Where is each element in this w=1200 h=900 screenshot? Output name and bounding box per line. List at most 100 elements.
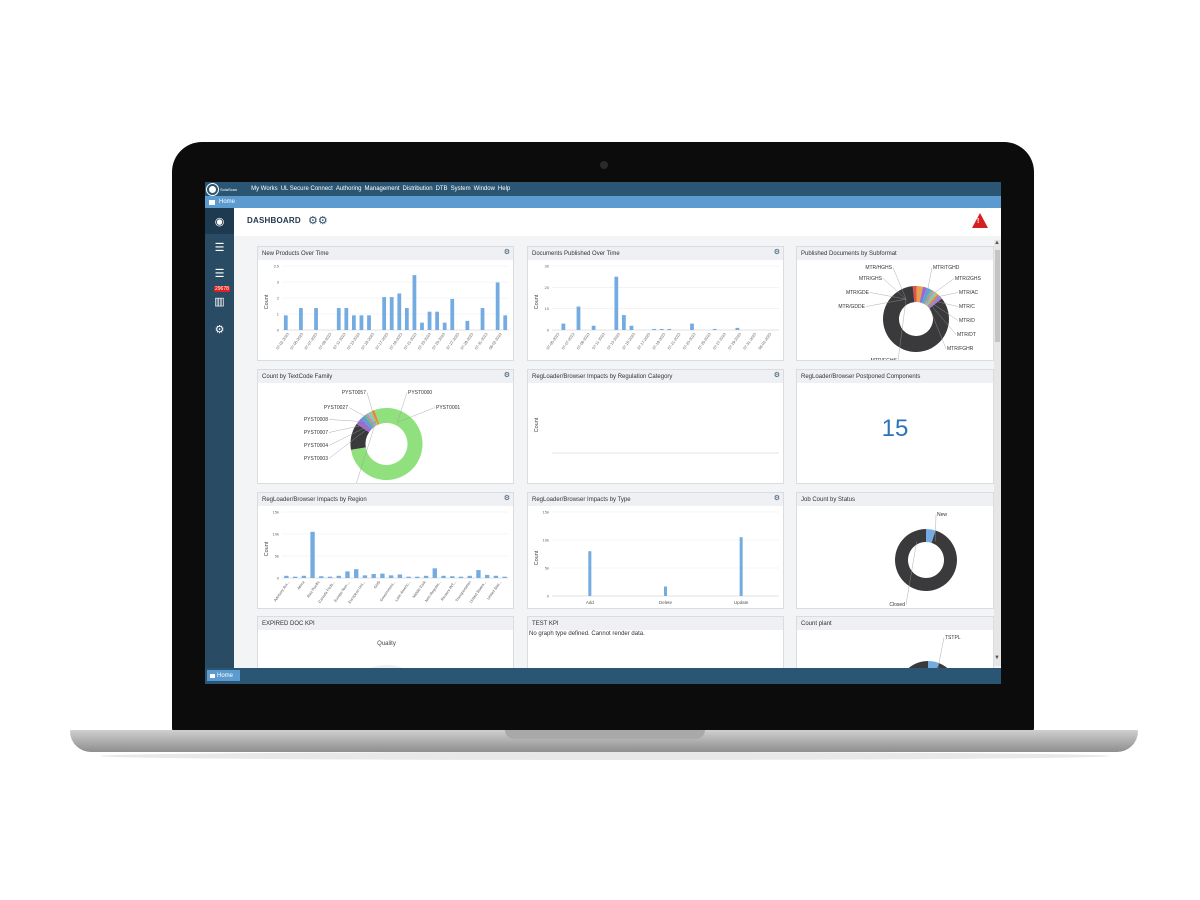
bar[interactable]: [380, 573, 385, 578]
x-tick-label: 07-17-2023: [637, 332, 651, 350]
bar[interactable]: [667, 328, 672, 330]
bar[interactable]: [502, 576, 507, 578]
bar[interactable]: [404, 308, 409, 330]
scroll-up-icon[interactable]: ▲: [994, 240, 1000, 246]
settings-icon[interactable]: ⚙: [205, 316, 234, 342]
bar[interactable]: [284, 575, 289, 578]
bar[interactable]: [423, 575, 429, 578]
widget-header: TEST KPI: [528, 617, 783, 630]
bar[interactable]: [389, 297, 394, 330]
bar[interactable]: [283, 315, 288, 330]
bar[interactable]: [621, 315, 626, 330]
scrollbar-thumb[interactable]: [995, 250, 1000, 342]
bar[interactable]: [495, 282, 500, 330]
bar[interactable]: [406, 576, 411, 578]
bar[interactable]: [591, 325, 596, 330]
bar[interactable]: [476, 570, 481, 578]
bar[interactable]: [371, 574, 376, 578]
bar[interactable]: [420, 322, 424, 330]
bar[interactable]: [493, 575, 499, 578]
bar[interactable]: [336, 308, 341, 330]
bar[interactable]: [588, 551, 592, 596]
bar[interactable]: [450, 576, 455, 578]
bar[interactable]: [382, 297, 387, 330]
bar[interactable]: [319, 576, 324, 578]
bar[interactable]: [327, 576, 333, 578]
bar[interactable]: [458, 576, 464, 578]
bar[interactable]: [659, 328, 664, 330]
bar[interactable]: [442, 322, 447, 330]
widget-settings-icon[interactable]: ⚙: [774, 371, 780, 379]
bar[interactable]: [362, 575, 368, 578]
bar[interactable]: [664, 586, 667, 596]
menu-distribution[interactable]: Distribution: [403, 186, 433, 192]
menu-my-works[interactable]: My Works: [251, 186, 278, 192]
bar[interactable]: [614, 276, 619, 330]
widget-settings-icon[interactable]: ⚙: [774, 248, 780, 256]
bar[interactable]: [484, 574, 490, 578]
bar[interactable]: [576, 306, 581, 330]
pie-slice[interactable]: [895, 529, 957, 591]
bar[interactable]: [427, 311, 432, 330]
bar[interactable]: [301, 575, 307, 578]
dashboard-settings-icon[interactable]: ⚙⚙: [308, 214, 328, 227]
bar[interactable]: [354, 569, 359, 578]
bar[interactable]: [435, 311, 440, 330]
warning-icon[interactable]: [972, 213, 988, 228]
bar[interactable]: [299, 308, 303, 330]
widget-settings-icon[interactable]: ⚙: [504, 248, 510, 256]
tab-home[interactable]: Home: [219, 199, 235, 205]
bar[interactable]: [629, 325, 634, 330]
list-icon[interactable]: ☰: [205, 234, 234, 260]
bar[interactable]: [735, 327, 740, 330]
warning-mark: !: [977, 218, 980, 225]
bar[interactable]: [480, 308, 485, 330]
bar[interactable]: [412, 275, 417, 330]
bar[interactable]: [345, 571, 350, 578]
bar[interactable]: [432, 568, 437, 578]
bar[interactable]: [503, 315, 508, 330]
bar[interactable]: [388, 575, 394, 578]
widget-settings-icon[interactable]: ⚙: [504, 494, 510, 502]
reports-icon[interactable]: ▥: [205, 288, 234, 314]
bar[interactable]: [450, 298, 455, 330]
bar[interactable]: [351, 315, 356, 330]
bar[interactable]: [739, 537, 743, 596]
bar[interactable]: [712, 328, 717, 330]
bottom-home-tab[interactable]: Home: [207, 670, 240, 681]
bar[interactable]: [465, 320, 470, 330]
x-tick-label: 07-09-2023: [576, 332, 590, 350]
bar[interactable]: [367, 315, 371, 330]
menu-dtb[interactable]: DTB: [436, 186, 448, 192]
bar[interactable]: [561, 323, 566, 330]
menu-ul-secure-connect[interactable]: UL Secure Connect: [281, 186, 333, 192]
menu-window[interactable]: Window: [474, 186, 495, 192]
menu-help[interactable]: Help: [498, 186, 510, 192]
bar[interactable]: [415, 576, 420, 578]
bar[interactable]: [359, 315, 364, 330]
menu-authoring[interactable]: Authoring: [336, 186, 362, 192]
bar[interactable]: [652, 328, 657, 330]
widget-settings-icon[interactable]: ⚙: [774, 494, 780, 502]
bar[interactable]: [467, 575, 472, 578]
bar[interactable]: [310, 531, 315, 578]
app-logo[interactable]: [206, 182, 219, 196]
menu-management[interactable]: Management: [365, 186, 400, 192]
tasks-icon[interactable]: ☰: [205, 260, 234, 286]
menu-system[interactable]: System: [451, 186, 471, 192]
widget-settings-icon[interactable]: ⚙: [504, 371, 510, 379]
bar[interactable]: [344, 308, 349, 330]
x-tick-label: 07-23-2023: [682, 332, 696, 350]
bar[interactable]: [397, 574, 403, 578]
bar[interactable]: [690, 323, 694, 330]
dashboard-icon[interactable]: ◉: [205, 208, 234, 234]
bar[interactable]: [336, 575, 341, 578]
scroll-down-icon[interactable]: ▼: [994, 655, 1000, 661]
bar[interactable]: [441, 575, 446, 578]
bar[interactable]: [397, 293, 402, 330]
widget-title: Count plant: [801, 620, 832, 627]
y-axis-label: Count: [264, 294, 270, 309]
bar[interactable]: [292, 576, 298, 578]
pie-label: MTR/EGHS: [871, 358, 898, 361]
bar[interactable]: [314, 308, 318, 330]
